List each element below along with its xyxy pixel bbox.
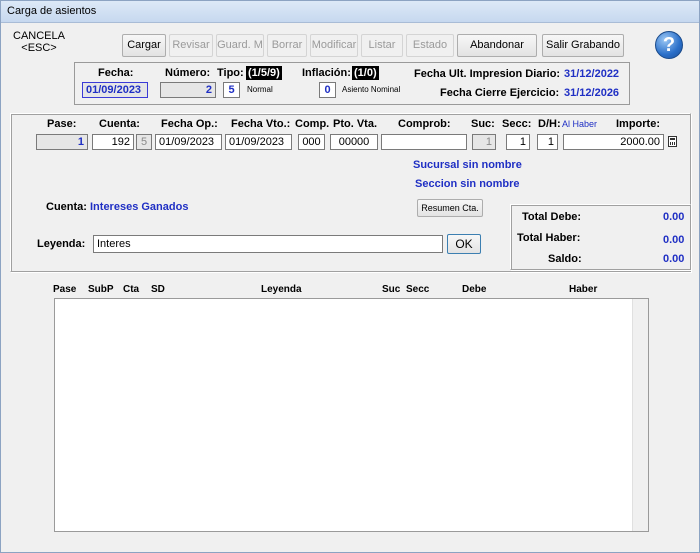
total-haber-value: 0.00 [663, 234, 685, 246]
col-header-subp: SubP [88, 284, 114, 295]
modificar-button[interactable]: Modificar [310, 34, 358, 57]
cuenta-sub-field[interactable]: 5 [136, 134, 152, 150]
window-title: Carga de asientos [7, 5, 97, 17]
window: Carga de asientos CANCELA <ESC> Cargar R… [0, 0, 700, 553]
dh-label: D/H: [538, 118, 561, 130]
listar-button[interactable]: Listar [361, 34, 403, 57]
saldo-label: Saldo: [548, 253, 582, 265]
col-header-pase: Pase [53, 284, 77, 295]
fecha-vto-field[interactable]: 01/09/2023 [225, 134, 292, 150]
comp-label: Comp. [295, 118, 330, 130]
tipo-description: Normal [247, 85, 273, 94]
cuenta-name-value: Intereses Ganados [90, 201, 189, 213]
cancel-esc-button[interactable]: CANCELA <ESC> [13, 30, 65, 58]
pto-vta-field[interactable]: 00000 [330, 134, 378, 150]
total-debe-value: 0.00 [663, 211, 685, 223]
suc-label: Suc: [471, 118, 495, 130]
col-header-secc: Secc [406, 284, 430, 295]
fecha-op-label: Fecha Op.: [161, 118, 218, 130]
sucursal-name: Sucursal sin nombre [413, 159, 522, 171]
suc-field[interactable]: 1 [472, 134, 496, 150]
cuenta-name-label: Cuenta: [46, 201, 87, 213]
secc-field[interactable]: 1 [506, 134, 530, 150]
inflacion-codes: (1/0) [352, 66, 379, 80]
fecha-vto-label: Fecha Vto.: [231, 118, 291, 130]
col-header-leyenda: Leyenda [261, 284, 302, 295]
help-icon[interactable]: ? [655, 31, 683, 59]
cierre-ejercicio-value: 31/12/2026 [564, 87, 620, 99]
tipo-field[interactable]: 5 [223, 82, 240, 98]
fecha-field[interactable]: 01/09/2023 [82, 82, 148, 98]
cuenta-label: Cuenta: [99, 118, 140, 130]
pase-field[interactable]: 1 [36, 134, 88, 150]
cancel-label: CANCELA [13, 30, 65, 42]
pto-vta-label: Pto. Vta. [333, 118, 378, 130]
tipo-codes: (1/5/9) [246, 66, 282, 80]
comprob-label: Comprob: [398, 118, 451, 130]
inflacion-field[interactable]: 0 [319, 82, 336, 98]
inflacion-description: Asiento Nominal [342, 85, 401, 94]
cargar-button[interactable]: Cargar [122, 34, 166, 57]
numero-field[interactable]: 2 [160, 82, 216, 98]
calculator-icon[interactable] [668, 136, 677, 147]
tipo-label: Tipo: [217, 67, 244, 79]
col-header-sd: SD [151, 284, 165, 295]
dh-hint: Al Haber [562, 119, 598, 129]
importe-field[interactable]: 2000.00 [563, 134, 664, 150]
col-header-haber: Haber [569, 284, 598, 295]
col-header-debe: Debe [462, 284, 487, 295]
revisar-button[interactable]: Revisar [169, 34, 213, 57]
ult-impresion-value: 31/12/2022 [564, 68, 620, 80]
salir-grabando-button[interactable]: Salir Grabando [542, 34, 624, 57]
guardar-m-button[interactable]: Guard. M [216, 34, 264, 57]
secc-label: Secc: [502, 118, 532, 130]
ult-impresion-label: Fecha Ult. Impresion Diario: [414, 68, 561, 80]
total-debe-label: Total Debe: [522, 211, 582, 223]
saldo-value: 0.00 [663, 253, 685, 265]
seccion-name: Seccion sin nombre [415, 178, 520, 190]
leyenda-input[interactable]: Interes [93, 235, 443, 253]
cierre-ejercicio-label: Fecha Cierre Ejercicio: [440, 87, 560, 99]
total-haber-label: Total Haber: [517, 232, 581, 244]
resumen-cta-button[interactable]: Resumen Cta. [417, 199, 483, 217]
title-bar: Carga de asientos [1, 1, 699, 23]
abandonar-button[interactable]: Abandonar [457, 34, 537, 57]
grid-scrollbar[interactable] [632, 299, 648, 531]
fecha-label: Fecha: [98, 67, 134, 79]
dh-field[interactable]: 1 [537, 134, 558, 150]
borrar-button[interactable]: Borrar [267, 34, 307, 57]
importe-label: Importe: [616, 118, 660, 130]
fecha-op-field[interactable]: 01/09/2023 [155, 134, 222, 150]
leyenda-label: Leyenda: [37, 238, 86, 250]
numero-label: Número: [165, 67, 211, 79]
col-header-suc: Suc [382, 284, 401, 295]
ok-button[interactable]: OK [447, 234, 481, 254]
cuenta-field[interactable]: 192 [92, 134, 134, 150]
col-header-cta: Cta [123, 284, 140, 295]
comprob-field[interactable] [381, 134, 467, 150]
esc-label: <ESC> [21, 42, 57, 54]
entries-grid[interactable] [54, 298, 649, 532]
inflacion-label: Inflación: [302, 67, 351, 79]
pase-label: Pase: [47, 118, 77, 130]
estado-button[interactable]: Estado [406, 34, 454, 57]
comp-field[interactable]: 000 [298, 134, 325, 150]
